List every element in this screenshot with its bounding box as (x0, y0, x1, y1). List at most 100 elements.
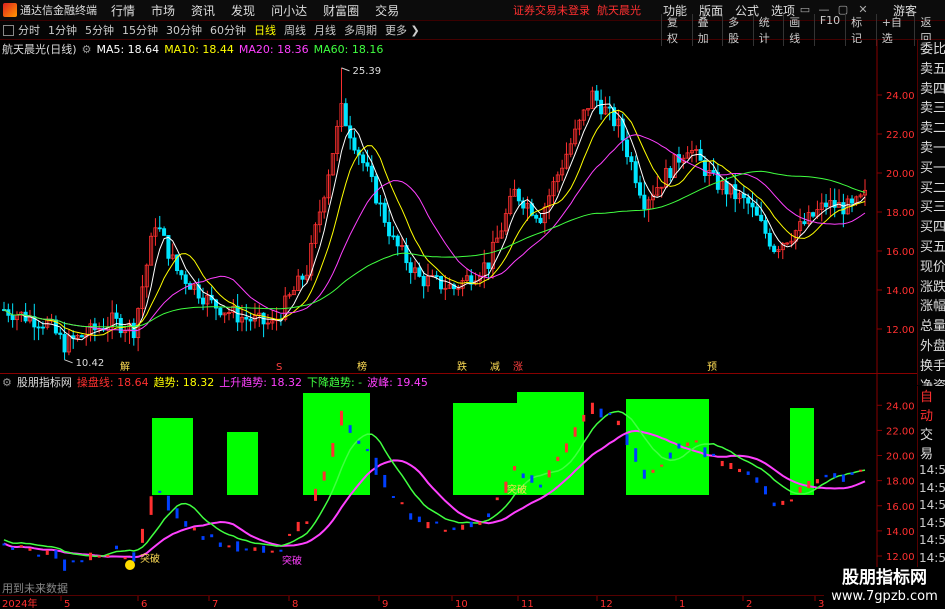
auto-label[interactable]: 自动 (918, 386, 945, 424)
menu-markets[interactable]: 市场 (151, 2, 175, 19)
indicator-title: 股朋指标网 (16, 376, 72, 389)
kline-panel[interactable]: 24.00 22.00 20.00 18.00 16.00 14.00 12.00 25.39… (0, 40, 945, 373)
candle-body (750, 202, 755, 208)
indicator-candle (564, 443, 568, 453)
ma20-line (3, 134, 866, 332)
tick-time-5: 14:56 (919, 550, 945, 565)
signal-box-4 (517, 392, 584, 495)
quote-side-panel: 委比卖五卖四卖三卖二卖一买一买二买三买四买五现价涨跌涨幅总量外盘换手净资收益 (917, 40, 945, 413)
x-label-0: 2024年 (2, 597, 37, 609)
kline-title: 航天晨光(日线) (2, 43, 77, 56)
indicator-candle (729, 462, 733, 470)
indicator-candle (824, 474, 828, 478)
tick-time-2: 14:56 (919, 498, 945, 512)
x-label-8: 12 (600, 599, 613, 609)
indicator-legend: ⚙ 股朋指标网 操盘线: 18.64 趋势: 18.32 上升趋势: 18.32… (2, 375, 433, 390)
indicator-candle (114, 545, 118, 550)
watermark-title: 股朋指标网 (842, 568, 927, 588)
indicator-candle (158, 490, 162, 493)
menu-market[interactable]: 行情 (111, 2, 135, 19)
indicator-candle (815, 479, 819, 484)
indicator-candle (807, 481, 811, 489)
menu-ask[interactable]: 问小达 (271, 2, 307, 19)
candle-body (594, 90, 599, 101)
menu-trade[interactable]: 交易 (375, 2, 399, 19)
period-1min[interactable]: 1分钟 (48, 22, 77, 38)
candle-body (62, 334, 67, 353)
menu-news[interactable]: 资讯 (191, 2, 215, 19)
period-5min[interactable]: 5分钟 (85, 22, 114, 38)
menu-wealth[interactable]: 财富圈 (323, 2, 359, 19)
candle-body (365, 162, 370, 167)
indicator-settings-icon[interactable]: ⚙ (2, 376, 12, 389)
candle-body (183, 274, 188, 284)
indicator-candle (253, 547, 257, 551)
downtrend-line (3, 410, 866, 558)
indicator-panel[interactable]: 24.00 22.00 20.00 18.00 16.00 14.00 12.00 突破 突破突… (0, 373, 945, 596)
indicator-candle (487, 513, 491, 518)
event-tag-0: 解 (120, 360, 130, 373)
quote-field-10: 买五 (920, 239, 945, 255)
indicator-candle (184, 521, 188, 527)
period-multi[interactable]: 多周期 (344, 22, 377, 38)
candle-body (378, 202, 383, 205)
kline-chart[interactable]: 24.00 22.00 20.00 18.00 16.00 14.00 12.00 25.39… (0, 40, 917, 373)
indicator-y-label-3: 18.00 (886, 477, 915, 488)
period-tick[interactable]: 分时 (18, 22, 40, 38)
indicator-candle (495, 497, 499, 501)
app-name: 通达信金融终端 (20, 4, 97, 17)
indicator-candle (608, 413, 612, 416)
indicator-candle (461, 524, 465, 530)
indicator-candle (789, 499, 793, 502)
kline-legend: 航天晨光(日线) ⚙ MA5: 18.64 MA10: 18.44 MA20: … (2, 42, 388, 57)
quote-field-9: 买四 (920, 220, 945, 236)
candle-body (516, 188, 521, 202)
indicator-candle (712, 453, 716, 456)
period-60min[interactable]: 60分钟 (210, 22, 246, 38)
menu-discover[interactable]: 发现 (231, 2, 255, 19)
indicator-candle (478, 522, 482, 526)
indicator-candle (539, 484, 543, 488)
x-label-7: 11 (521, 599, 534, 609)
indicator-chart[interactable]: 24.0022.0020.0018.0016.0014.0012.00突破 突破突… (0, 374, 917, 596)
indicator-y-label-4: 16.00 (886, 502, 915, 513)
indicator-candle (331, 442, 335, 457)
event-tag-6: 预 (707, 361, 717, 373)
candle-body (58, 332, 63, 335)
watermark-url: www.7gpzb.com (831, 589, 938, 604)
indicator-label-downtrend: 下降趋势: - (306, 376, 363, 389)
period-monthly[interactable]: 月线 (314, 22, 336, 38)
indicator-candle (686, 442, 690, 447)
candle-body (10, 314, 15, 321)
indicator-candle (166, 495, 170, 511)
indicator-candle (513, 466, 517, 471)
quote-field-3: 卖三 (920, 101, 945, 117)
x-label-9: 1 (679, 599, 685, 609)
candle-body (759, 214, 764, 222)
tick-time-0: 14:56 (919, 463, 945, 477)
settings-icon[interactable]: ⚙ (82, 43, 92, 56)
period-15min[interactable]: 15分钟 (122, 22, 158, 38)
indicator-candle (599, 408, 603, 418)
candle-body (733, 184, 738, 200)
candle-body (157, 227, 162, 230)
tick-time-4: 14:56 (919, 533, 945, 547)
indicator-candle (97, 555, 101, 558)
toolbar-toggle-checkbox[interactable] (3, 24, 14, 36)
period-weekly[interactable]: 周线 (284, 22, 306, 38)
candle-body (534, 214, 539, 219)
kline-y-label-0: 24.00 (886, 91, 915, 102)
indicator-candle (305, 521, 309, 524)
candle-body (361, 154, 366, 164)
period-daily[interactable]: 日线 (254, 22, 276, 38)
candle-body (711, 170, 716, 173)
period-30min[interactable]: 30分钟 (166, 22, 202, 38)
candle-body (387, 222, 392, 237)
candle-body (179, 270, 184, 276)
period-more[interactable]: 更多 ❯ (385, 22, 420, 38)
candle-body (633, 161, 638, 184)
future-data-note: 用到未来数据 (2, 582, 68, 595)
indicator-candle (469, 521, 473, 528)
indicator-y-label-0: 24.00 (886, 401, 915, 412)
indicator-candle (192, 527, 196, 531)
